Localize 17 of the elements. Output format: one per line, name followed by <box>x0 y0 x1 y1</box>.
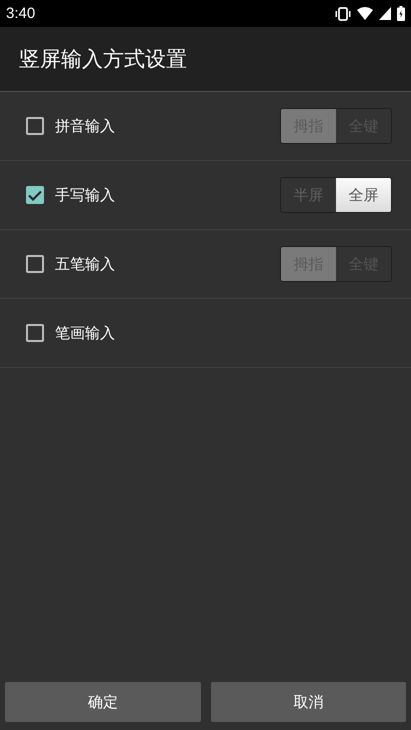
checkbox[interactable] <box>26 186 44 204</box>
mode-toggle[interactable]: 全屏 <box>336 178 391 212</box>
checkbox[interactable] <box>26 324 44 342</box>
option-label: 手写输入 <box>55 186 116 204</box>
option-label: 笔画输入 <box>55 324 116 342</box>
dialog-button[interactable]: 确定 <box>5 682 200 722</box>
battery-icon <box>397 6 405 21</box>
wifi-icon <box>357 7 373 20</box>
dialog-title: 竖屏输入方式设置 <box>19 46 187 73</box>
signal-icon <box>379 7 391 20</box>
option-label: 拼音输入 <box>55 116 116 136</box>
option-label: 五笔输入 <box>55 254 116 274</box>
dialog-button[interactable]: 取消 <box>210 682 406 722</box>
vibrate-icon <box>335 6 351 20</box>
checkbox[interactable] <box>26 117 44 135</box>
checkbox[interactable] <box>26 255 44 273</box>
status-time: 3:40 <box>6 5 36 22</box>
